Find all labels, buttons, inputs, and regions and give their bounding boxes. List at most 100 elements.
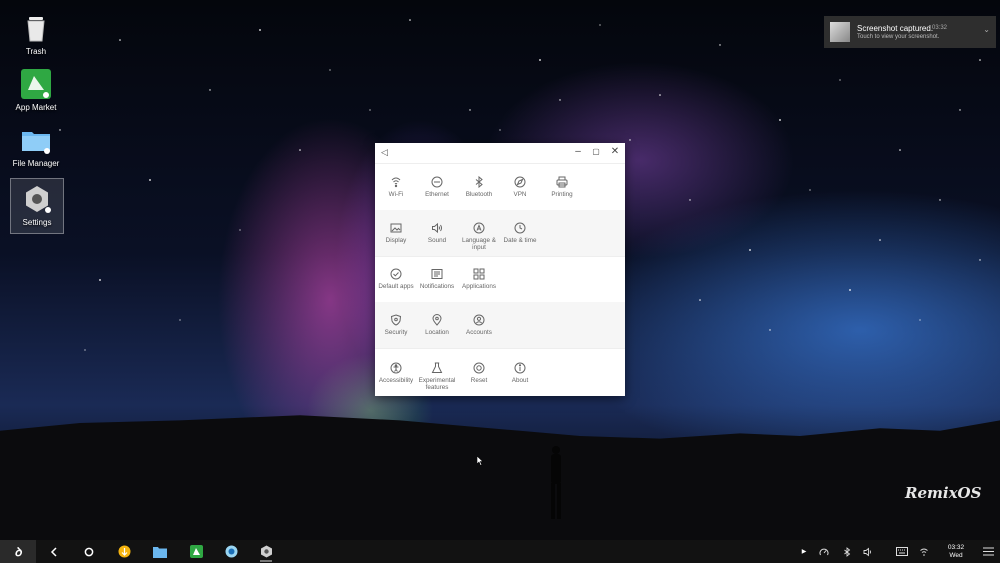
- notification-subtitle: Touch to view your screenshot.: [857, 34, 940, 40]
- taskbar-app-browser[interactable]: [221, 540, 241, 563]
- wifi-icon: [391, 177, 401, 188]
- taskbar-file-manager[interactable]: [150, 540, 170, 563]
- desktop-icon-settings[interactable]: Settings: [10, 178, 64, 234]
- keyboard-icon: [896, 547, 908, 556]
- settings-item-ethernet[interactable]: Ethernet: [416, 176, 458, 198]
- settings-item-display[interactable]: Display: [375, 222, 417, 244]
- settings-item-label: Sound: [427, 237, 447, 244]
- reset-icon: [473, 362, 485, 374]
- settings-item-wifi[interactable]: Wi-Fi: [375, 176, 417, 198]
- desktop-icon-label: File Manager: [12, 159, 60, 168]
- speedometer-icon: [819, 548, 829, 555]
- settings-item-vpn[interactable]: VPN: [499, 176, 541, 198]
- settings-section-network: Wi-Fi Ethernet Bluetooth VPN Printing: [375, 164, 625, 211]
- settings-item-label: Location: [425, 329, 449, 336]
- settings-item-applications[interactable]: Applications: [458, 268, 500, 290]
- minimize-icon[interactable]: –: [571, 146, 585, 157]
- back-button[interactable]: [44, 540, 64, 563]
- tray-volume[interactable]: [861, 540, 875, 563]
- ethernet-icon: [431, 176, 443, 188]
- settings-item-label: Notifications: [419, 283, 455, 290]
- gear-icon: [260, 545, 272, 558]
- settings-item-label: Date & time: [503, 237, 537, 244]
- settings-item-label: VPN: [513, 191, 527, 198]
- settings-item-date-time[interactable]: Date & time: [499, 222, 541, 244]
- settings-item-location[interactable]: Location: [416, 314, 458, 336]
- remixos-watermark: RemixOS: [905, 484, 982, 502]
- settings-item-printing[interactable]: Printing: [541, 176, 583, 198]
- settings-item-default-apps[interactable]: Default apps: [375, 268, 417, 290]
- settings-section-apps: Default apps Notifications Applications: [375, 256, 625, 303]
- settings-item-label: Security: [384, 329, 408, 336]
- tray-bluetooth[interactable]: [840, 540, 854, 563]
- desktop-icon-label: Trash: [25, 47, 47, 56]
- settings-item-label: Accessibility: [378, 377, 414, 384]
- settings-item-label: Default apps: [378, 283, 414, 290]
- home-button[interactable]: [79, 540, 99, 563]
- settings-item-notifications[interactable]: Notifications: [416, 268, 458, 290]
- back-icon[interactable]: ◁: [381, 147, 388, 158]
- app-market-icon: [20, 68, 52, 100]
- settings-item-label: Wi-Fi: [388, 191, 404, 198]
- settings-item-label: Reset: [470, 377, 488, 384]
- flask-icon: [431, 362, 443, 373]
- settings-item-sound[interactable]: Sound: [416, 222, 458, 244]
- volume-icon: [863, 547, 871, 556]
- settings-item-accounts[interactable]: Accounts: [458, 314, 500, 336]
- maximize-icon[interactable]: ▢: [589, 147, 603, 156]
- yellow-app-icon: [118, 545, 130, 558]
- mouse-cursor-icon: [477, 456, 484, 466]
- settings-item-label: Applications: [462, 283, 496, 290]
- menu-lines-icon: [982, 547, 994, 556]
- settings-item-label: Experimental features: [418, 377, 456, 391]
- desktop-icon-trash[interactable]: Trash: [10, 12, 62, 56]
- grid-icon: [473, 268, 485, 280]
- settings-item-accessibility[interactable]: Accessibility: [375, 362, 417, 384]
- bluetooth-icon: [475, 176, 483, 188]
- settings-item-label: Printing: [551, 191, 573, 198]
- tray-speed[interactable]: [817, 540, 831, 563]
- circle-home-icon: [84, 547, 94, 556]
- tray-wifi[interactable]: [917, 540, 931, 563]
- settings-item-reset[interactable]: Reset: [458, 362, 500, 384]
- chevron-down-icon[interactable]: ⌄: [983, 25, 990, 34]
- tray-expand-button[interactable]: ▶: [798, 540, 810, 563]
- folder-icon: [20, 124, 52, 156]
- settings-item-label: Ethernet: [425, 191, 449, 198]
- settings-item-bluetooth[interactable]: Bluetooth: [458, 176, 500, 198]
- settings-item-experimental[interactable]: Experimental features: [416, 362, 458, 391]
- desktop-icon-app-market[interactable]: App Market: [10, 68, 62, 112]
- screenshot-notification[interactable]: Screenshot captured. 03:32 Touch to view…: [824, 16, 996, 48]
- settings-item-language[interactable]: Language & input: [458, 222, 500, 251]
- settings-item-security[interactable]: Security: [375, 314, 417, 336]
- settings-item-label: About: [511, 377, 529, 384]
- notification-title: Screenshot captured.: [857, 24, 934, 33]
- vpn-icon: [514, 176, 526, 188]
- screenshot-thumbnail: [830, 22, 850, 42]
- desktop-icon-file-manager[interactable]: File Manager: [10, 124, 62, 168]
- location-icon: [432, 314, 442, 326]
- taskbar-app-market[interactable]: [186, 540, 206, 563]
- display-icon: [390, 223, 402, 233]
- info-icon: [514, 362, 526, 374]
- settings-section-personal: Security Location Accounts: [375, 302, 625, 349]
- settings-section-device: Display Sound Language & input Date & ti…: [375, 210, 625, 257]
- ground: [0, 415, 1000, 540]
- accessibility-icon: [390, 362, 402, 374]
- settings-item-about[interactable]: About: [499, 362, 541, 384]
- taskbar-app-yellow[interactable]: [114, 540, 134, 563]
- tray-keyboard[interactable]: [894, 540, 910, 563]
- close-icon[interactable]: ✕: [608, 146, 622, 157]
- start-button[interactable]: ꝺ: [0, 540, 36, 563]
- triangle-right-icon: ▶: [801, 549, 807, 555]
- person-silhouette: [551, 446, 561, 519]
- taskbar-clock[interactable]: 03:32 Wed: [944, 544, 968, 560]
- taskbar-settings[interactable]: [256, 540, 276, 563]
- trash-icon: [20, 12, 52, 44]
- window-titlebar: ◁ – ▢ ✕: [375, 143, 625, 164]
- folder-icon: [153, 546, 167, 558]
- wifi-icon: [920, 548, 928, 556]
- clock-icon: [514, 222, 526, 234]
- notification-center-button[interactable]: [980, 540, 996, 563]
- printer-icon: [556, 176, 568, 188]
